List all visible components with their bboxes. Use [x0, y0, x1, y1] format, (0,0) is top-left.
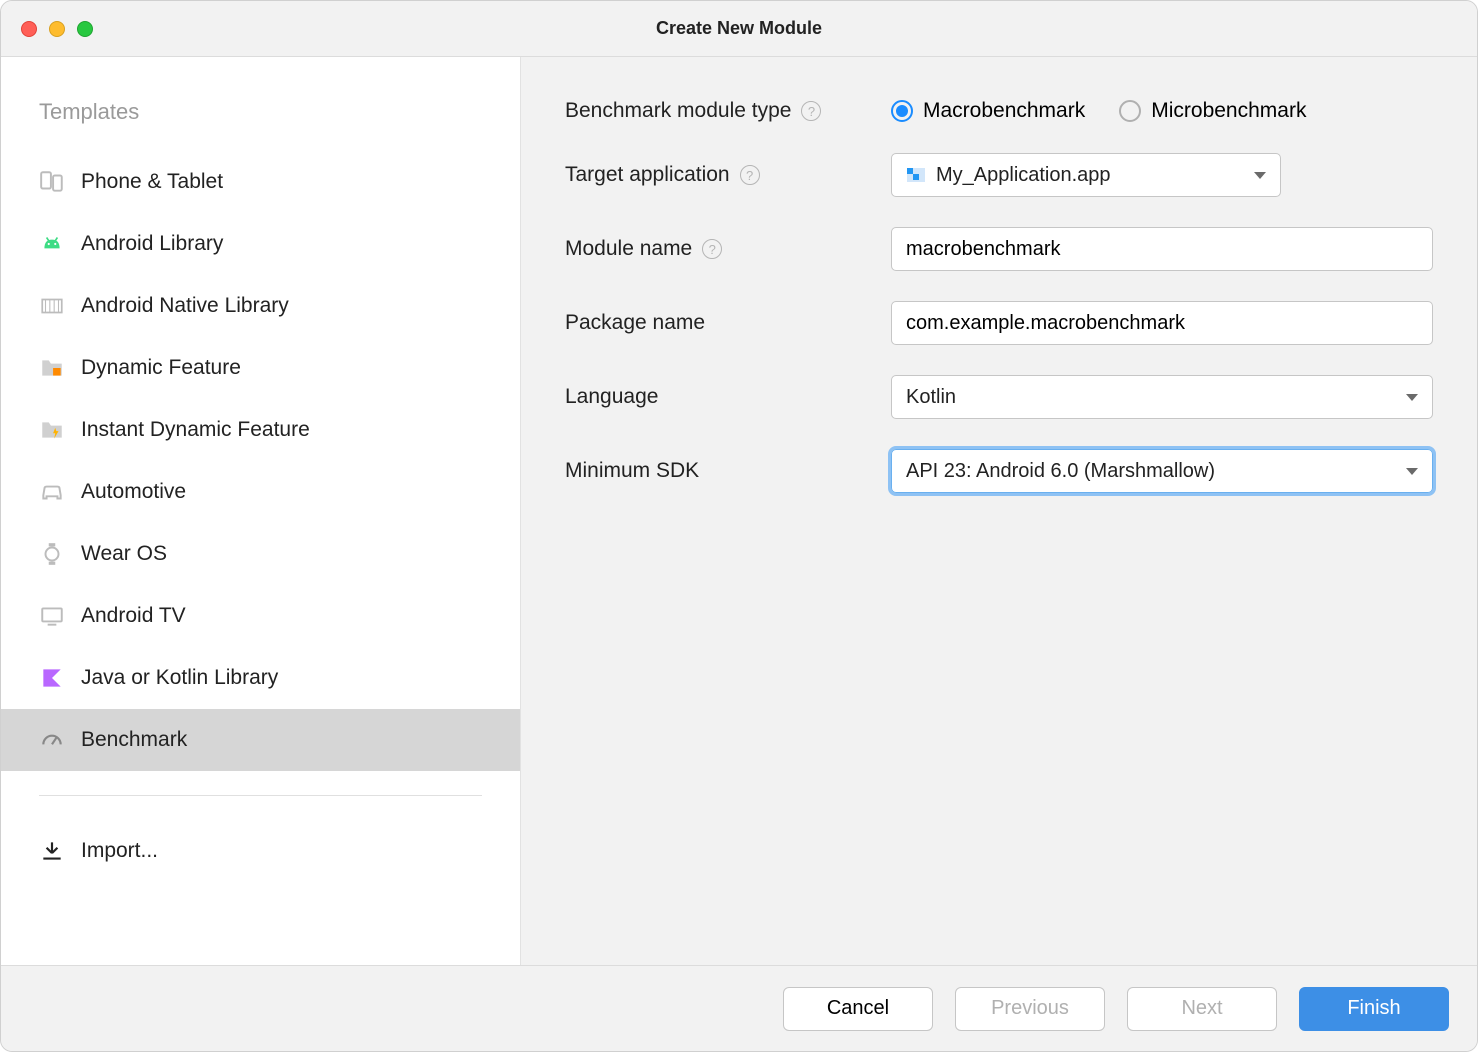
language-value: Kotlin [906, 386, 956, 409]
phone-tablet-icon [39, 169, 65, 195]
template-list: Phone & Tablet Android Library Android N… [1, 151, 520, 771]
template-java-kotlin-library[interactable]: Java or Kotlin Library [1, 647, 520, 709]
package-name-field[interactable] [906, 312, 1418, 335]
row-module-name: Module name ? [565, 227, 1433, 271]
android-icon [39, 231, 65, 257]
row-module-type: Benchmark module type ? Macrobenchmark M… [565, 99, 1433, 123]
dynamic-feature-icon [39, 355, 65, 381]
titlebar: Create New Module [1, 1, 1477, 57]
template-label: Instant Dynamic Feature [81, 418, 310, 442]
row-package-name: Package name [565, 301, 1433, 345]
package-name-input[interactable] [891, 301, 1433, 345]
radio-unchecked-icon [1119, 100, 1141, 122]
automotive-icon [39, 479, 65, 505]
template-benchmark[interactable]: Benchmark [1, 709, 520, 771]
label-language: Language [565, 385, 875, 409]
benchmark-icon [39, 727, 65, 753]
form-panel: Benchmark module type ? Macrobenchmark M… [521, 57, 1477, 965]
row-language: Language Kotlin [565, 375, 1433, 419]
template-instant-dynamic-feature[interactable]: Instant Dynamic Feature [1, 399, 520, 461]
module-type-radio-group: Macrobenchmark Microbenchmark [891, 99, 1306, 123]
target-application-value: My_Application.app [936, 164, 1111, 187]
tv-icon [39, 603, 65, 629]
wear-os-icon [39, 541, 65, 567]
chevron-down-icon [1406, 394, 1418, 401]
minimize-window-button[interactable] [49, 21, 65, 37]
chevron-down-icon [1254, 172, 1266, 179]
app-module-icon [906, 165, 926, 185]
row-target-application: Target application ? My_Application.app [565, 153, 1433, 197]
templates-heading: Templates [1, 87, 520, 151]
chevron-down-icon [1406, 468, 1418, 475]
row-min-sdk: Minimum SDK API 23: Android 6.0 (Marshma… [565, 449, 1433, 493]
template-phone-tablet[interactable]: Phone & Tablet [1, 151, 520, 213]
dialog-footer: Cancel Previous Next Finish [1, 965, 1477, 1051]
label-min-sdk: Minimum SDK [565, 459, 875, 483]
help-icon[interactable]: ? [740, 165, 760, 185]
template-automotive[interactable]: Automotive [1, 461, 520, 523]
radio-macrobenchmark[interactable]: Macrobenchmark [891, 99, 1085, 123]
help-icon[interactable]: ? [801, 101, 821, 121]
import-icon [39, 838, 65, 864]
finish-button[interactable]: Finish [1299, 987, 1449, 1031]
zoom-window-button[interactable] [77, 21, 93, 37]
kotlin-icon [39, 665, 65, 691]
dialog-body: Templates Phone & Tablet Android Library [1, 57, 1477, 965]
template-label: Automotive [81, 480, 186, 504]
template-wear-os[interactable]: Wear OS [1, 523, 520, 585]
template-label: Dynamic Feature [81, 356, 241, 380]
close-window-button[interactable] [21, 21, 37, 37]
template-label: Android Library [81, 232, 223, 256]
next-button[interactable]: Next [1127, 987, 1277, 1031]
templates-sidebar: Templates Phone & Tablet Android Library [1, 57, 521, 965]
template-label: Android TV [81, 604, 186, 628]
template-label: Java or Kotlin Library [81, 666, 278, 690]
template-android-library[interactable]: Android Library [1, 213, 520, 275]
instant-dynamic-feature-icon [39, 417, 65, 443]
module-name-field[interactable] [906, 238, 1418, 261]
label-package-name: Package name [565, 311, 875, 335]
min-sdk-dropdown[interactable]: API 23: Android 6.0 (Marshmallow) [891, 449, 1433, 493]
help-icon[interactable]: ? [702, 239, 722, 259]
window-controls [21, 21, 93, 37]
module-name-input[interactable] [891, 227, 1433, 271]
language-dropdown[interactable]: Kotlin [891, 375, 1433, 419]
label-target-application: Target application ? [565, 163, 875, 187]
radio-microbenchmark[interactable]: Microbenchmark [1119, 99, 1306, 123]
import-label: Import... [81, 839, 158, 863]
window-title: Create New Module [21, 18, 1457, 39]
label-module-type: Benchmark module type ? [565, 99, 875, 123]
label-module-name: Module name ? [565, 237, 875, 261]
template-dynamic-feature[interactable]: Dynamic Feature [1, 337, 520, 399]
cancel-button[interactable]: Cancel [783, 987, 933, 1031]
native-library-icon [39, 293, 65, 319]
radio-checked-icon [891, 100, 913, 122]
template-android-tv[interactable]: Android TV [1, 585, 520, 647]
template-label: Wear OS [81, 542, 167, 566]
sidebar-divider [39, 795, 482, 796]
import-item[interactable]: Import... [1, 820, 520, 882]
template-label: Benchmark [81, 728, 187, 752]
template-label: Android Native Library [81, 294, 289, 318]
dialog-window: Create New Module Templates Phone & Tabl… [0, 0, 1478, 1052]
min-sdk-value: API 23: Android 6.0 (Marshmallow) [906, 460, 1215, 483]
template-label: Phone & Tablet [81, 170, 223, 194]
target-application-dropdown[interactable]: My_Application.app [891, 153, 1281, 197]
template-android-native-library[interactable]: Android Native Library [1, 275, 520, 337]
previous-button[interactable]: Previous [955, 987, 1105, 1031]
